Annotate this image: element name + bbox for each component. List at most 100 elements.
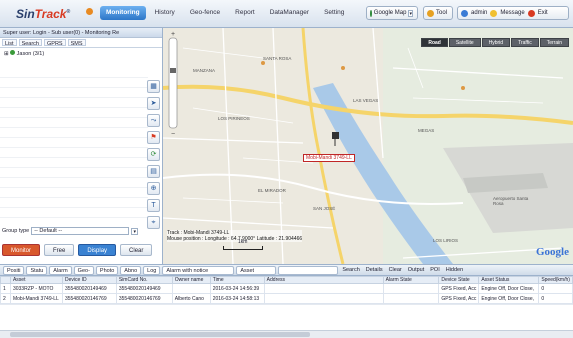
free-button[interactable]: Free [44, 244, 75, 256]
position-table: Asset Device ID SimCard No. Owner name Time A… [0, 276, 573, 304]
message-link[interactable]: Message [500, 7, 524, 19]
monitor-button[interactable]: Monitor [2, 244, 41, 256]
tab-monitoring[interactable]: Monitoring [100, 6, 146, 20]
group-type-label: Group type [2, 228, 30, 234]
place-label: SANTA ROSA [263, 56, 292, 61]
map-type-bar: Road Satellite Hybrid Traffic Terrain [421, 38, 569, 47]
user-toolbar: admin Message Exit [457, 6, 569, 20]
map-type-traffic[interactable]: Traffic [511, 38, 539, 47]
place-label: LAS VEGAS [353, 98, 379, 103]
panel-title: Super user: Login - Sub user(0) - Monito… [0, 28, 162, 38]
map-canvas: + − [163, 28, 573, 264]
tab-photo[interactable]: Photo [95, 265, 119, 275]
table-row[interactable]: 2 Mobi-Mandi 3749-LL 355480020146769 355480… [0, 293, 573, 304]
tab-report[interactable]: Report [229, 6, 261, 20]
group-icon [10, 50, 16, 55]
exit-link[interactable]: Exit [538, 7, 548, 19]
user-name[interactable]: admin [471, 7, 487, 19]
tab-abnormal[interactable]: Abno [120, 265, 142, 275]
app-logo: SinTrack® [16, 7, 71, 21]
map-type-hybrid[interactable]: Hybrid [481, 38, 511, 47]
search-button[interactable]: Search [340, 266, 361, 275]
scroll-thumb[interactable] [10, 332, 310, 337]
track-info: Track : Mobi-Mandi 3749-LL Mouse positio… [167, 230, 303, 242]
asset-tree: ⊞ Jason (3/1) [0, 48, 162, 60]
map-type-satellite[interactable]: Satellite [448, 38, 481, 47]
tree-expand-icon[interactable]: ⊞ [4, 51, 9, 57]
panel-buttons: Monitor Free Display Clear [2, 244, 153, 256]
place-label: MEGAS [418, 128, 435, 133]
google-logo: Google [536, 246, 569, 258]
text-icon[interactable]: T [147, 199, 160, 212]
left-panel: Super user: Login - Sub user(0) - Monito… [0, 28, 163, 264]
zoom-icon[interactable]: ⊕ [147, 182, 160, 195]
zoom-slider[interactable] [168, 37, 178, 129]
tab-geo-fence[interactable]: Geo-fence [184, 6, 226, 20]
tab-alarm[interactable]: Alarm [49, 265, 72, 275]
tab-status[interactable]: Statu [26, 265, 48, 275]
user-icon [461, 9, 468, 17]
place-label: EL MIRADOR [258, 188, 286, 193]
hidden-button[interactable]: Hidden [444, 266, 465, 275]
svg-text:+: + [171, 31, 175, 38]
search-input[interactable] [278, 265, 339, 275]
table-row[interactable]: 1 3033RZP - MOTO 355480020149469 3554800201… [0, 283, 573, 294]
display-button[interactable]: Display [78, 244, 117, 256]
tab-datamanager[interactable]: DataManager [264, 6, 315, 20]
place-label: SAN JOSÉ [313, 206, 336, 211]
group-type-select[interactable]: -- Default -- [31, 227, 130, 235]
exit-icon [527, 9, 535, 17]
tool-button[interactable]: Tool [423, 6, 453, 20]
map-view[interactable]: + − Mobi-Mandi 3749-LL Road Satellite Hy… [163, 28, 573, 264]
main-nav: Monitoring History Geo-fence Report Data… [100, 6, 350, 20]
asset-list [0, 68, 148, 218]
tab-list[interactable]: List [2, 39, 17, 47]
globe-icon [370, 9, 372, 17]
svg-text:−: − [171, 131, 175, 138]
tab-sms[interactable]: SMS [67, 39, 86, 47]
horizontal-scrollbar[interactable] [0, 330, 573, 338]
place-label: Aeropuerto Santa Rosa [493, 196, 529, 206]
tab-gprs[interactable]: GPRS [44, 39, 66, 47]
poi-button[interactable]: POI [428, 266, 441, 275]
place-label: LOS LIRIOS [433, 238, 459, 243]
track-label[interactable]: Mobi-Mandi 3749-LL [303, 154, 355, 162]
vertical-toolbar: ▦ ➤ ⤳ ⚑ ⟳ ▤ ⊕ T ⌖ [147, 80, 161, 233]
refresh-icon[interactable]: ⟳ [147, 148, 160, 161]
asset-filter-select[interactable]: Asset [236, 265, 277, 275]
wrench-icon [427, 9, 434, 17]
place-label: LOS PIRINEOS [218, 116, 250, 121]
route-icon[interactable]: ⤳ [147, 114, 160, 127]
alarm-filter-select[interactable]: Alarm with notice [162, 265, 235, 275]
panel-tabs: List Search GPRS SMS [0, 38, 162, 48]
group-type-row: Group type -- Default -- ▾ [2, 227, 139, 235]
tab-history[interactable]: History [149, 6, 181, 20]
tab-search[interactable]: Search [18, 39, 42, 47]
chevron-down-icon[interactable]: ▾ [131, 227, 139, 235]
tab-position[interactable]: Positi [3, 265, 25, 275]
tab-setting[interactable]: Setting [318, 6, 350, 20]
tree-item[interactable]: Jason (3/1) [17, 51, 45, 57]
top-bar: SinTrack® Monitoring History Geo-fence R… [0, 0, 573, 28]
flag-icon[interactable]: ⚑ [147, 131, 160, 144]
map-type-terrain[interactable]: Terrain [539, 38, 569, 47]
cursor-icon[interactable]: ➤ [147, 97, 160, 110]
clear-log-button[interactable]: Clear [387, 266, 404, 275]
bottom-tabs: Positi Statu Alarm Geo- Photo Abno Log A… [0, 264, 573, 276]
tab-geo[interactable]: Geo- [73, 265, 94, 275]
pin-icon[interactable]: ⌖ [147, 216, 160, 229]
logo-swirl-icon [86, 8, 93, 15]
message-icon [490, 9, 498, 17]
output-button[interactable]: Output [406, 266, 427, 275]
tab-log[interactable]: Log [143, 265, 161, 275]
details-button[interactable]: Details [364, 266, 385, 275]
clear-button[interactable]: Clear [120, 244, 153, 256]
table-header: Asset Device ID SimCard No. Owner name Time A… [0, 276, 573, 284]
grid-icon[interactable]: ▦ [147, 80, 160, 93]
map-type-road[interactable]: Road [421, 38, 448, 47]
map-provider-select[interactable]: Google Map ▾ [366, 6, 418, 20]
scale-bar: 1km [223, 239, 263, 250]
chevron-down-icon: ▾ [408, 9, 413, 17]
place-label: MANZANA [193, 68, 216, 73]
ruler-icon[interactable]: ▤ [147, 165, 160, 178]
